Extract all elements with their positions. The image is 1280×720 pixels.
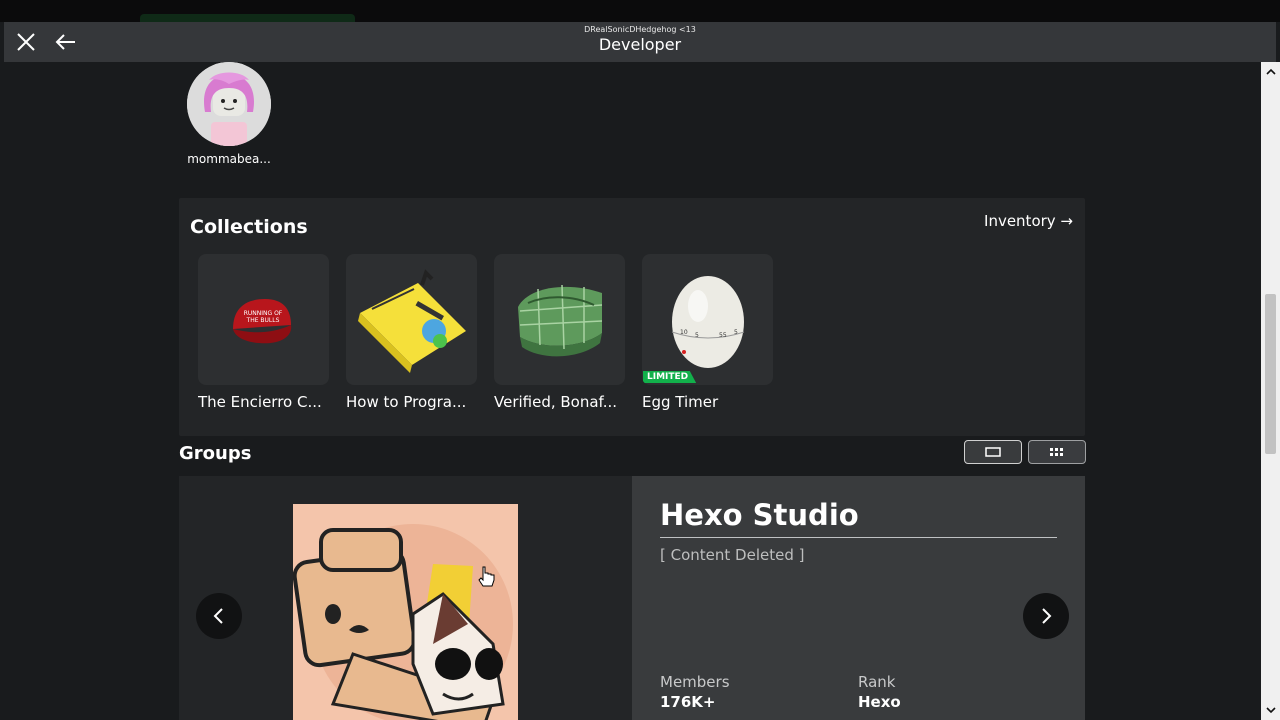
limited-badge: LIMITED [643, 371, 697, 383]
members-value: 176K+ [660, 693, 716, 711]
vertical-scrollbar[interactable] [1261, 62, 1280, 720]
previous-group-button[interactable] [196, 593, 242, 639]
friend-name[interactable]: mommabea... [187, 152, 271, 166]
background-blur [140, 14, 355, 22]
chevron-left-icon [213, 608, 223, 624]
friend-card[interactable]: mommabea... [187, 62, 277, 166]
item-thumbnail[interactable] [346, 254, 477, 385]
collections-items: RUNNING OF THE BULLS The Encierro C... H… [198, 254, 773, 411]
item-name[interactable]: Verified, Bonaf... [494, 393, 625, 411]
collection-item[interactable]: RUNNING OF THE BULLS The Encierro C... [198, 254, 329, 411]
item-thumbnail[interactable]: 10 5 55 5 LIMITED [642, 254, 773, 385]
group-name[interactable]: Hexo Studio [660, 498, 859, 532]
avatar-headshot-icon [187, 62, 271, 146]
red-cap-icon: RUNNING OF THE BULLS [232, 298, 291, 343]
item-name[interactable]: The Encierro C... [198, 393, 329, 411]
page-title: Developer [598, 35, 682, 54]
inventory-link[interactable]: Inventory → [984, 212, 1073, 230]
members-label: Members [660, 673, 730, 691]
slideshow-view-button[interactable] [964, 440, 1022, 464]
item-thumbnail[interactable]: RUNNING OF THE BULLS [198, 254, 329, 385]
divider [660, 537, 1057, 538]
collection-item[interactable]: 10 5 55 5 LIMITED Egg Timer [642, 254, 773, 411]
scroll-up-icon [1265, 68, 1276, 75]
egg-timer-icon: 10 5 55 5 [671, 275, 744, 368]
scroll-thumb[interactable] [1265, 294, 1276, 454]
svg-text:RUNNING OF: RUNNING OF [243, 310, 282, 317]
svg-text:THE BULLS: THE BULLS [245, 317, 279, 324]
svg-text:10: 10 [680, 329, 688, 336]
next-group-button[interactable] [1023, 593, 1069, 639]
item-name[interactable]: Egg Timer [642, 393, 773, 411]
group-image[interactable] [293, 504, 518, 720]
avatar[interactable] [187, 62, 271, 146]
chevron-right-icon [1042, 608, 1052, 624]
svg-text:55: 55 [719, 332, 727, 339]
item-name[interactable]: How to Progra... [346, 393, 477, 411]
group-info-panel: Hexo Studio [ Content Deleted ] Members … [632, 476, 1085, 720]
group-description: [ Content Deleted ] [660, 546, 805, 564]
screen-top-strip [0, 0, 1280, 22]
svg-text:5: 5 [734, 329, 738, 336]
mouse-cursor-icon [478, 566, 495, 587]
username-label: DRealSonicDHedgehog <13 [584, 25, 696, 34]
grid-view-button[interactable] [1028, 440, 1086, 464]
green-plaid-cap-icon [517, 284, 602, 356]
collections-title: Collections [190, 216, 308, 238]
collection-item[interactable]: How to Progra... [346, 254, 477, 411]
rank-label: Rank [858, 673, 896, 691]
groups-title: Groups [179, 443, 252, 464]
collection-item[interactable]: Verified, Bonaf... [494, 254, 625, 411]
slideshow-view-icon [985, 447, 1001, 457]
group-emblem-icon [293, 504, 518, 720]
scroll-down-icon [1265, 707, 1276, 714]
book-hat-icon [357, 268, 466, 373]
profile-content: mommabea... Collections Inventory → RUNN… [4, 62, 1261, 720]
title-bar: DRealSonicDHedgehog <13 Developer [4, 22, 1276, 62]
svg-text:5: 5 [695, 332, 699, 339]
group-carousel: Hexo Studio [ Content Deleted ] Members … [179, 476, 1085, 720]
scroll-down-button[interactable] [1261, 701, 1280, 720]
collections-section: Collections Inventory → RUNNING OF THE B… [179, 198, 1085, 436]
scroll-up-button[interactable] [1261, 62, 1280, 81]
rank-value: Hexo [858, 693, 901, 711]
item-thumbnail[interactable] [494, 254, 625, 385]
grid-view-icon [1050, 448, 1063, 456]
